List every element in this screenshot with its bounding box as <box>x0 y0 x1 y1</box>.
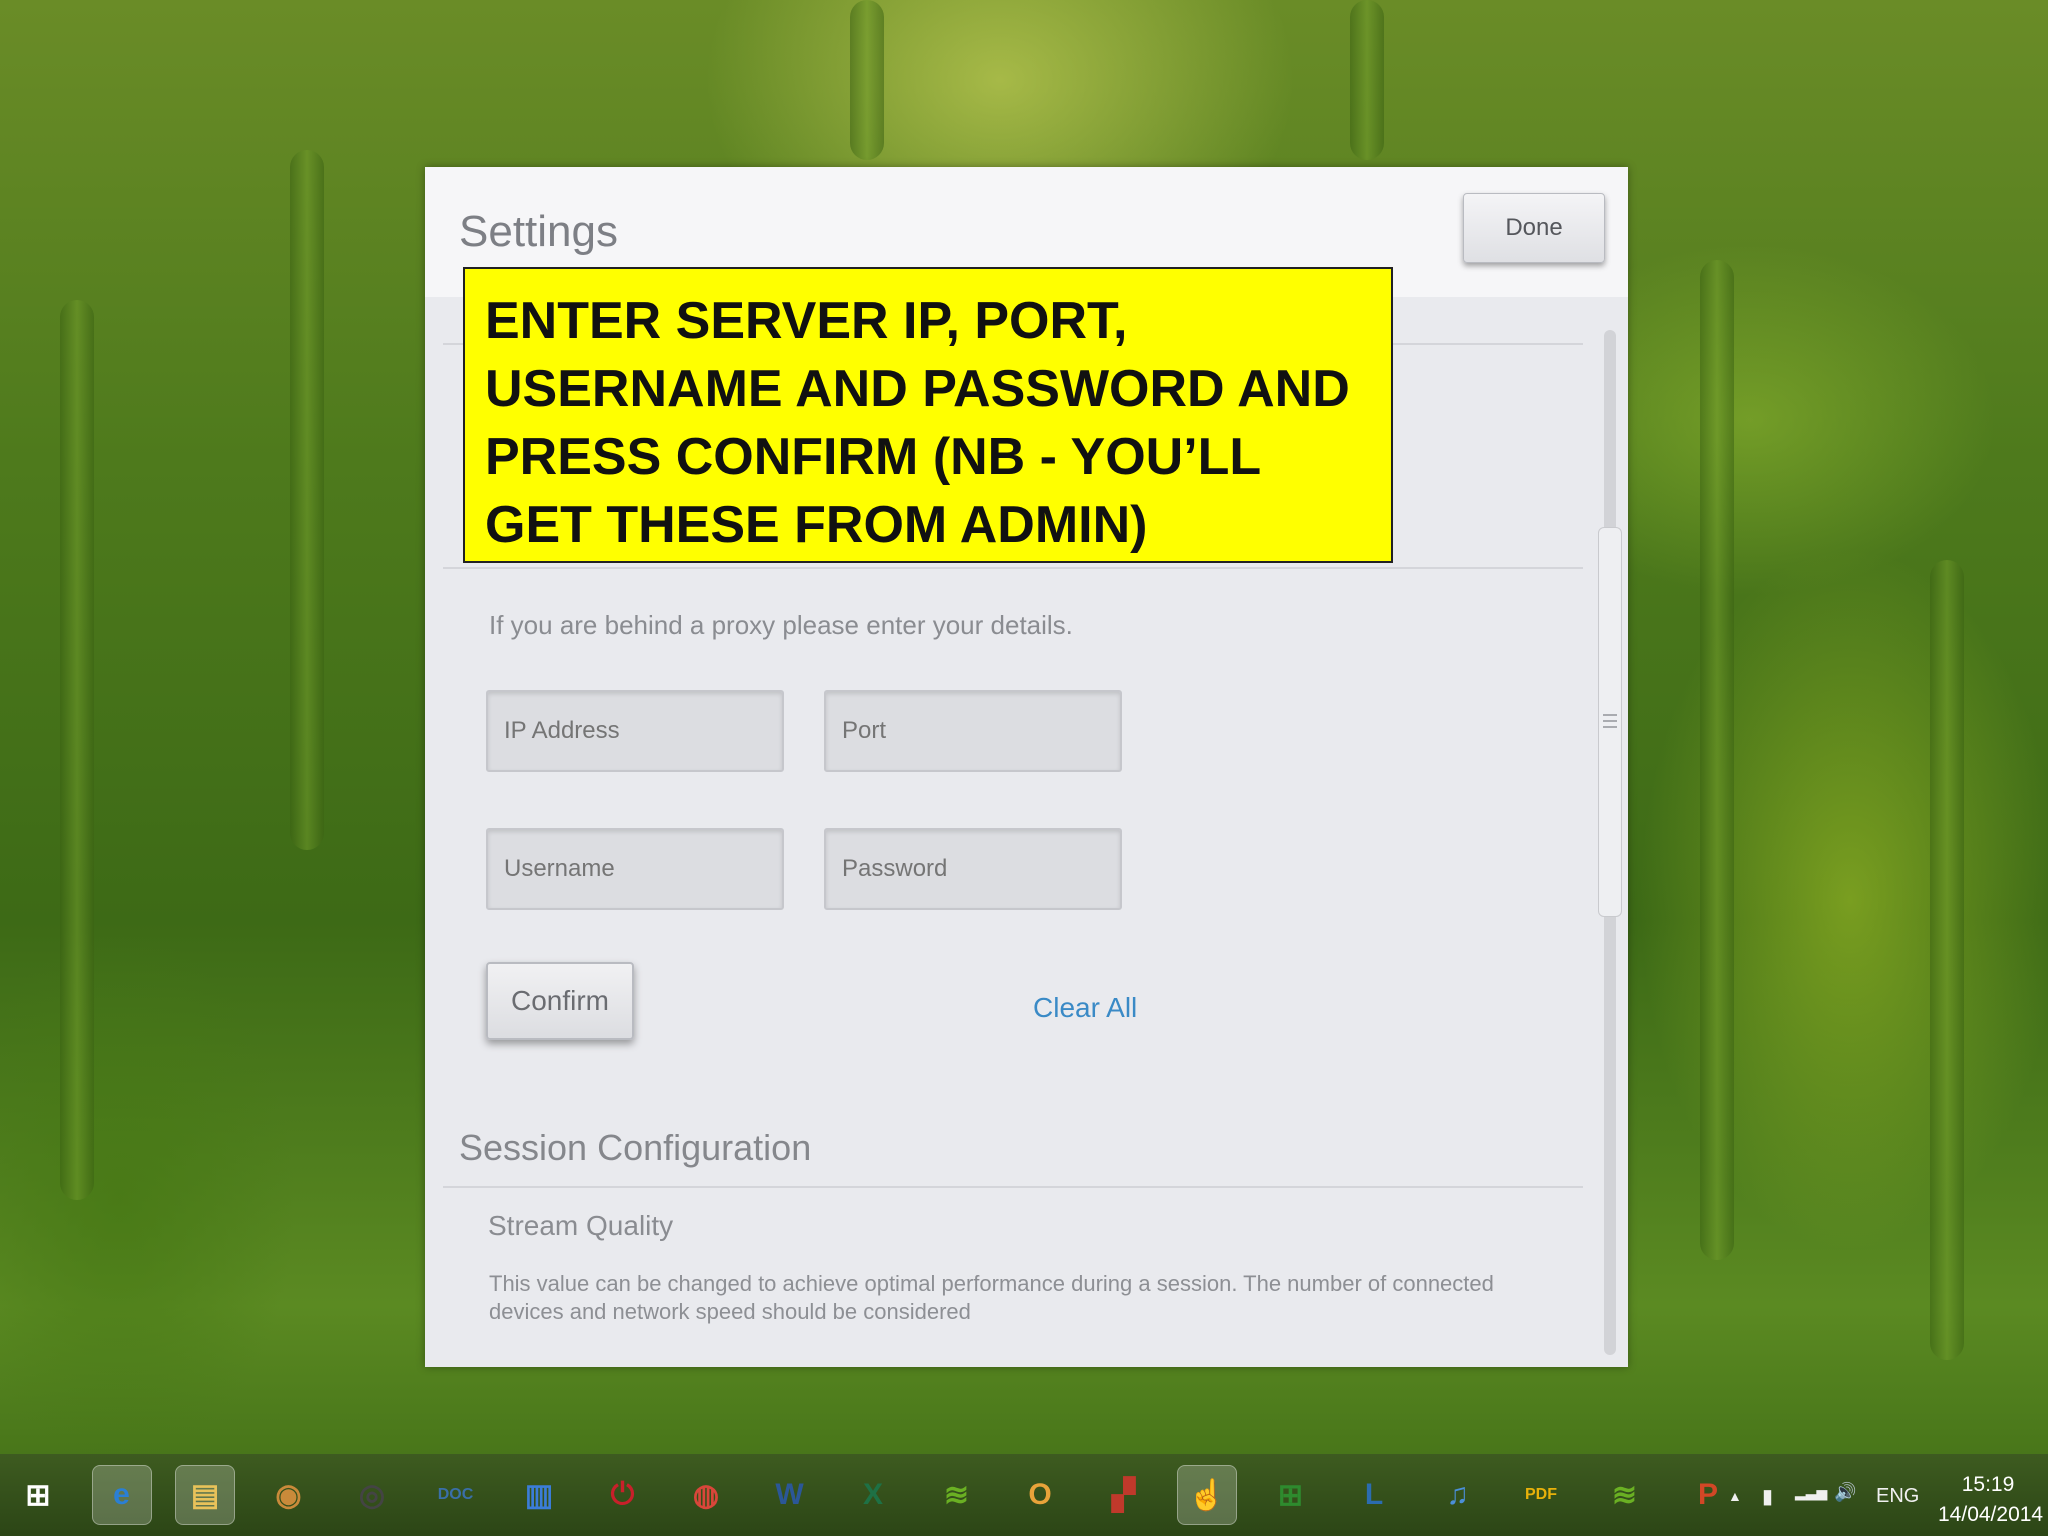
store-icon[interactable]: ⊞ <box>1261 1465 1321 1525</box>
proxy-hint: If you are behind a proxy please enter y… <box>489 610 1073 640</box>
pdf-icon[interactable]: PDF <box>1511 1465 1571 1525</box>
doc-converter-icon-glyph: DOC <box>437 1486 474 1503</box>
internet-explorer-icon-glyph: e <box>113 1478 130 1511</box>
instruction-callout: ENTER SERVER IP, PORT, USERNAME AND PASS… <box>463 267 1393 563</box>
touch-app-icon-glyph: ☝ <box>1188 1478 1226 1512</box>
itunes-icon-glyph: ♫ <box>1446 1478 1469 1511</box>
hard-drive-icon[interactable]: ◉ <box>259 1465 319 1525</box>
dialog-title: Settings <box>459 207 618 256</box>
power-icon-glyph: ⏻ <box>610 1478 635 1511</box>
username-input[interactable] <box>486 828 784 910</box>
outlook-icon-glyph: O <box>1028 1478 1052 1511</box>
itunes-icon[interactable]: ♫ <box>1428 1465 1488 1525</box>
scrollbar-grip-icon <box>1603 726 1617 728</box>
clear-all-link[interactable]: Clear All <box>1033 992 1137 1024</box>
stream-quality-label: Stream Quality <box>488 1210 674 1241</box>
chrome-icon-glyph: ◍ <box>692 1478 720 1512</box>
background-stem <box>850 0 884 160</box>
background-stem <box>1700 260 1734 1260</box>
tray-overflow-icon[interactable]: ▲ <box>1728 1488 1742 1504</box>
excel-icon[interactable]: X <box>843 1465 903 1525</box>
document-app-icon-glyph: ▥ <box>524 1478 554 1512</box>
clock-time: 15:19 <box>1961 1473 2015 1496</box>
scrollbar-thumb[interactable] <box>1598 527 1622 917</box>
background-stem <box>1930 560 1964 1360</box>
language-indicator[interactable]: ENG <box>1876 1485 1919 1508</box>
start-windows-icon-glyph: ⊞ <box>25 1478 51 1512</box>
clock-date: 14/04/2014 <box>1938 1503 2044 1526</box>
scrollbar-grip-icon <box>1603 720 1617 722</box>
ip-address-input[interactable] <box>486 690 784 772</box>
internet-explorer-icon[interactable]: e <box>91 1465 152 1525</box>
battery-icon[interactable]: ▮ <box>1762 1484 1773 1509</box>
speaker-icon[interactable]: ◎ <box>342 1465 402 1525</box>
store-icon-glyph: ⊞ <box>1277 1478 1304 1512</box>
background-stem <box>60 300 94 1200</box>
speaker-icon-glyph: ◎ <box>358 1478 386 1512</box>
outlook-icon[interactable]: O <box>1010 1465 1070 1525</box>
background-stem <box>1350 0 1384 160</box>
divider <box>443 567 1583 569</box>
scrollbar-grip-icon <box>1603 714 1617 716</box>
stream-quality-description: This value can be changed to achieve opt… <box>489 1271 1494 1324</box>
word-icon[interactable]: W <box>760 1465 820 1525</box>
file-explorer-icon[interactable]: ▤ <box>175 1465 235 1525</box>
excel-icon-glyph: X <box>862 1478 883 1511</box>
hard-drive-icon-glyph: ◉ <box>275 1478 302 1512</box>
spotify-icon-glyph: ≋ <box>943 1478 970 1512</box>
doc-converter-icon[interactable]: DOC <box>426 1465 486 1525</box>
taskbar-clock[interactable]: 15:19 14/04/2014 <box>1938 1470 2044 1530</box>
chrome-icon[interactable]: ◍ <box>676 1465 736 1525</box>
password-input[interactable] <box>824 828 1122 910</box>
media-app-icon[interactable]: ▞ <box>1094 1465 1154 1525</box>
document-app-icon[interactable]: ▥ <box>509 1465 569 1525</box>
powerpoint-icon-glyph: P <box>1697 1478 1718 1511</box>
signal-icon[interactable]: ▂▃▅ <box>1795 1484 1827 1501</box>
lync-icon[interactable]: L <box>1344 1465 1404 1525</box>
divider <box>443 1186 1583 1188</box>
confirm-button[interactable]: Confirm <box>486 962 634 1040</box>
spotify-icon-2-glyph: ≋ <box>1611 1478 1638 1512</box>
power-icon[interactable]: ⏻ <box>593 1465 653 1525</box>
done-button[interactable]: Done <box>1463 193 1605 263</box>
word-icon-glyph: W <box>775 1478 804 1511</box>
port-input[interactable] <box>824 690 1122 772</box>
spotify-icon[interactable]: ≋ <box>927 1465 987 1525</box>
lync-icon-glyph: L <box>1364 1478 1384 1511</box>
pdf-icon-glyph: PDF <box>1525 1486 1557 1503</box>
start-windows-icon[interactable]: ⊞ <box>8 1465 68 1525</box>
file-explorer-icon-glyph: ▤ <box>190 1478 220 1512</box>
touch-app-icon[interactable]: ☝ <box>1177 1465 1237 1525</box>
media-app-icon-glyph: ▞ <box>1111 1478 1136 1512</box>
spotify-icon-2[interactable]: ≋ <box>1595 1465 1655 1525</box>
session-configuration-heading: Session Configuration <box>459 1127 812 1168</box>
background-stem <box>290 150 324 850</box>
volume-icon[interactable]: 🔊 <box>1834 1482 1856 1503</box>
